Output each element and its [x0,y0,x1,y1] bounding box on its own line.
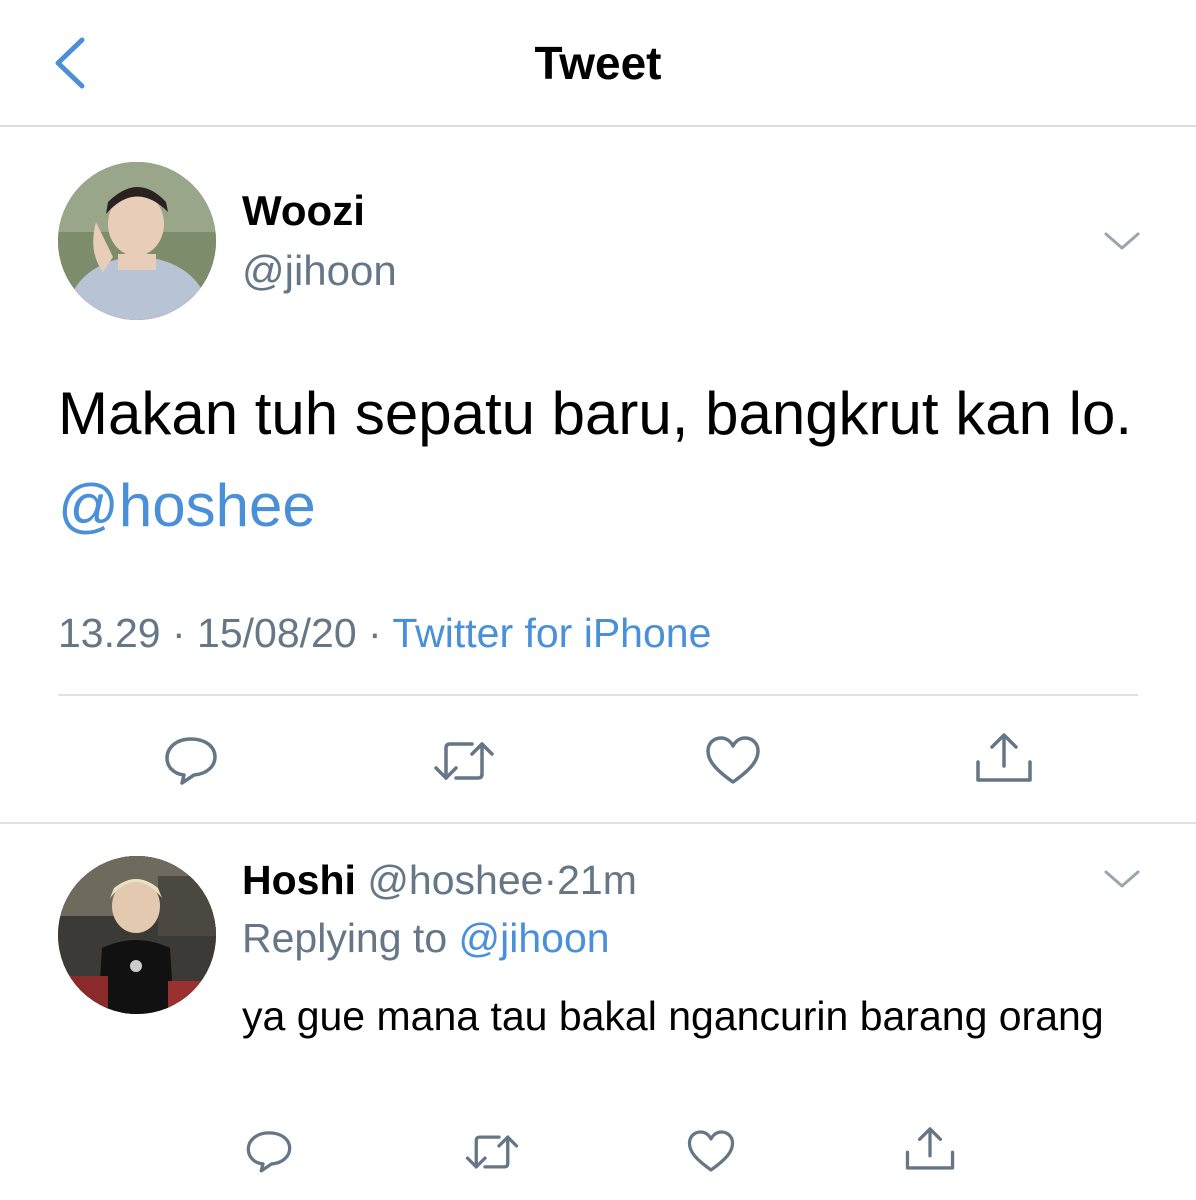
avatar[interactable] [58,856,216,1014]
tweet-metadata: 13.29 · 15/08/20 · Twitter for iPhone [58,610,711,657]
tweet-text: Makan tuh sepatu baru, bangkrut kan lo. [58,380,1133,447]
like-button[interactable] [686,1128,736,1179]
heart-icon [687,1130,735,1172]
meta-separator: · [543,857,558,903]
reply-icon [246,1131,292,1173]
tweet-source-link[interactable]: Twitter for iPhone [392,610,711,656]
share-icon [976,733,1032,782]
chevron-down-icon [1104,232,1140,250]
retweet-icon [465,1135,519,1169]
retweet-button[interactable] [432,736,496,791]
reply-options-button[interactable] [1102,864,1142,894]
retweet-button[interactable] [464,1130,520,1179]
meta-separator: · [160,610,198,656]
mention-link[interactable]: @hoshee [58,472,316,539]
meta-separator: · [356,610,393,656]
replying-to-line: Replying to @jihoon [242,915,610,961]
reply-button[interactable] [162,734,220,791]
tweet-options-button[interactable] [1102,226,1142,256]
divider [0,822,1196,824]
share-button[interactable] [974,730,1034,789]
reply-icon [165,737,217,785]
like-button[interactable] [704,734,762,791]
author-display-name[interactable]: Woozi [242,190,365,232]
reply-author-handle[interactable]: @hoshee [367,857,543,903]
reply-author-display-name[interactable]: Hoshi [242,857,356,903]
avatar[interactable] [58,162,216,320]
profile-photo [58,162,216,320]
reply-time: 21m [557,857,637,903]
retweet-icon [434,742,494,780]
page-title: Tweet [534,37,662,89]
tweet-date: 15/08/20 [197,610,357,656]
chevron-down-icon [1104,870,1140,888]
heart-icon [706,736,760,784]
share-button[interactable] [904,1124,956,1177]
tweet-body: Makan tuh sepatu baru, bangkrut kan lo. … [58,368,1148,552]
profile-photo [58,856,216,1014]
divider [58,694,1138,696]
replying-to-mention-link[interactable]: @jihoon [459,915,610,961]
tweet-time: 13.29 [58,610,161,656]
author-handle[interactable]: @jihoon [242,250,397,292]
reply-button[interactable] [244,1128,294,1179]
reply-body: ya gue mana tau bakal ngancurin barang o… [242,993,1104,1039]
top-nav-bar: Tweet [0,0,1196,127]
share-icon [905,1127,955,1170]
replying-to-label: Replying to [242,915,459,961]
reply-header: Hoshi @hoshee·21m [242,857,637,903]
